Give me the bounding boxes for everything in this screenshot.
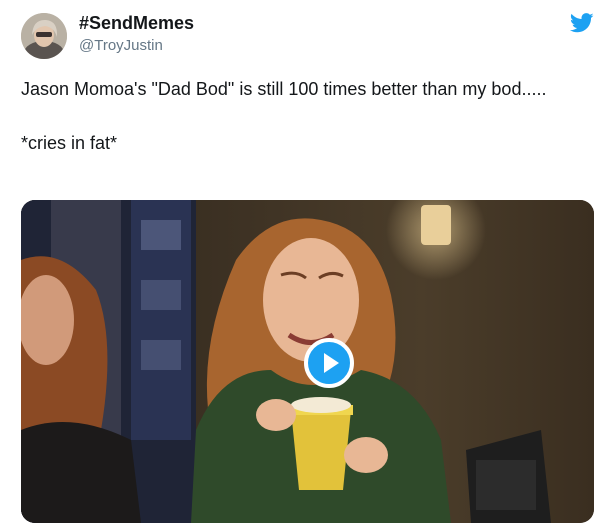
play-icon [304, 338, 354, 388]
play-button[interactable] [304, 338, 354, 388]
avatar-image [21, 13, 67, 59]
user-handle[interactable]: @TroyJustin [79, 37, 163, 54]
tweet-media-video[interactable] [21, 200, 594, 523]
tweet-text: Jason Momoa's "Dad Bod" is still 100 tim… [21, 79, 547, 153]
twitter-bird-icon[interactable] [569, 13, 594, 33]
display-name[interactable]: #SendMemes [79, 13, 194, 34]
avatar[interactable] [21, 13, 67, 59]
